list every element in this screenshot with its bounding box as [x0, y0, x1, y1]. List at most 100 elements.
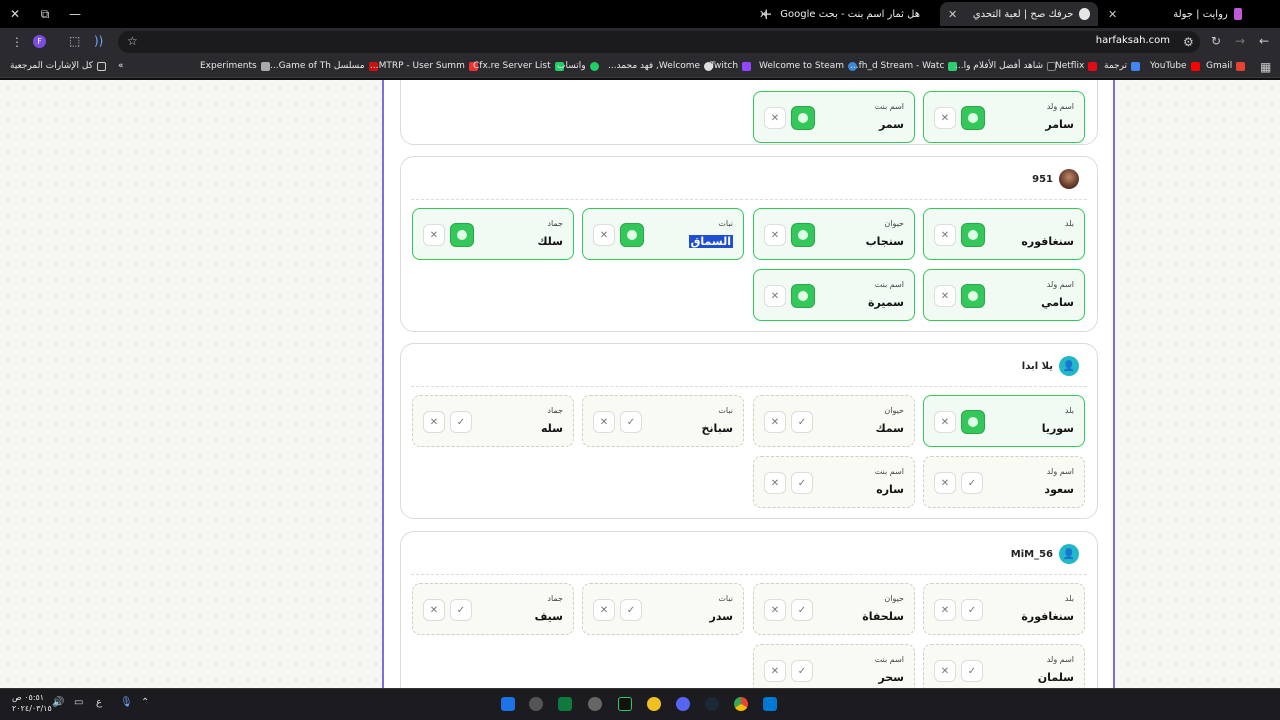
bookmark-gmail[interactable]: Gmail	[1206, 61, 1246, 71]
bookmark-twitch[interactable]: Twitch	[710, 61, 752, 71]
bookmark-experiments[interactable]: Experiments	[200, 61, 270, 71]
answer-value: سامر	[1045, 118, 1074, 131]
reject-icon[interactable]: ✕	[764, 285, 786, 307]
bookmark-translate[interactable]: ترجمة	[1104, 61, 1141, 71]
reject-icon[interactable]: ✕	[934, 107, 956, 129]
xbox-app-icon[interactable]	[558, 697, 572, 711]
bookmark-welcome[interactable]: Welcome, فهد محمد...	[608, 61, 714, 71]
system-clock[interactable]: ٠٥:٥١ ص ٢٠٢٤/٠٣/١٥	[12, 692, 52, 714]
close-tab-icon[interactable]: ✕	[1108, 8, 1117, 21]
reject-icon[interactable]: ✕	[764, 660, 786, 682]
tab-title: روايت | جولة	[1173, 8, 1228, 20]
bookmark-netflix[interactable]: Netflix	[1055, 61, 1098, 71]
bookmarks-overflow[interactable]: »	[118, 61, 124, 71]
reload-icon[interactable]: ↻	[1211, 34, 1221, 48]
approve-icon[interactable]: ✓	[961, 660, 983, 682]
approve-icon[interactable]: ✓	[450, 411, 472, 433]
cfx-app-icon[interactable]	[618, 697, 632, 711]
reject-icon[interactable]: ✕	[593, 599, 615, 621]
reject-icon[interactable]: ✕	[764, 224, 786, 246]
close-tab-icon[interactable]: ✕	[948, 8, 957, 21]
divider	[411, 199, 1087, 200]
menu-icon[interactable]: ⋮	[11, 35, 23, 49]
approve-icon[interactable]: ✓	[961, 599, 983, 621]
all-bookmarks[interactable]: كل الإشارات المرجعية	[10, 61, 106, 71]
approve-toggle[interactable]	[961, 223, 985, 247]
approve-icon[interactable]: ✓	[450, 599, 472, 621]
bookmark-youtube[interactable]: YouTube	[1150, 61, 1200, 71]
reject-icon[interactable]: ✕	[934, 599, 956, 621]
reject-icon[interactable]: ✕	[934, 660, 956, 682]
bookmark-whatsapp[interactable]: واتساب	[557, 61, 599, 71]
reject-icon[interactable]: ✕	[934, 224, 956, 246]
reject-icon[interactable]: ✕	[934, 411, 956, 433]
network-icon[interactable]: ▭	[74, 697, 83, 708]
close-tab-icon[interactable]: ✕	[759, 8, 768, 21]
tab-google-search[interactable]: هل ثمار اسم بنت - بحث Google ✕	[759, 2, 934, 26]
answer-value: سوريا	[1041, 422, 1074, 435]
approve-toggle[interactable]	[791, 223, 815, 247]
back-icon[interactable]: ←	[1259, 34, 1269, 48]
restore-window-icon[interactable]: ⧉	[30, 0, 60, 28]
tab-rawayat[interactable]: روايت | جولة ✕	[1100, 2, 1250, 26]
forward-icon[interactable]: →	[1235, 34, 1245, 48]
extensions-icon[interactable]: ⬚	[69, 34, 80, 48]
tray-chevron-icon[interactable]: ⌃	[141, 697, 149, 708]
approve-icon[interactable]: ✓	[791, 599, 813, 621]
close-window-icon[interactable]: ✕	[0, 0, 30, 28]
approve-toggle[interactable]	[961, 410, 985, 434]
apps-grid-icon[interactable]: ▦	[1260, 60, 1271, 74]
reject-icon[interactable]: ✕	[764, 411, 786, 433]
reject-icon[interactable]: ✕	[593, 224, 615, 246]
cast-icon[interactable]: ))	[94, 34, 103, 48]
reject-icon[interactable]: ✕	[764, 472, 786, 494]
approve-toggle[interactable]	[791, 284, 815, 308]
reject-icon[interactable]: ✕	[934, 472, 956, 494]
chrome-app-icon[interactable]	[734, 697, 748, 711]
site-settings-icon[interactable]: ⚙	[1183, 35, 1194, 49]
omnibox[interactable]	[118, 31, 1200, 53]
reject-icon[interactable]: ✕	[764, 107, 786, 129]
bookmark-steam[interactable]: Welcome to Steam	[759, 61, 857, 71]
url-text[interactable]: harfaksah.com	[1096, 35, 1170, 46]
folder-app-icon[interactable]	[501, 697, 515, 711]
volume-icon[interactable]: 🔊	[52, 697, 64, 708]
approve-toggle[interactable]	[620, 223, 644, 247]
approve-icon[interactable]: ✓	[961, 472, 983, 494]
tab-harfaksah[interactable]: حرفك صح | لعبة التحدي والكلمات ✕	[940, 2, 1098, 26]
reject-icon[interactable]: ✕	[423, 411, 445, 433]
bookmark-fhd-stream[interactable]: fh_d Stream - Watc...	[850, 61, 958, 71]
bookmark-mtrp[interactable]: MTRP - User Summ...	[370, 61, 478, 71]
microphone-icon[interactable]: 🎙	[120, 697, 133, 708]
approve-toggle[interactable]	[961, 284, 985, 308]
reject-icon[interactable]: ✕	[423, 224, 445, 246]
bookmark-got[interactable]: مسلسل Game of Th...	[270, 61, 378, 71]
profile-avatar[interactable]: F	[33, 35, 46, 48]
clock-date: ٢٠٢٤/٠٣/١٥	[12, 704, 52, 713]
bookmark-cfx[interactable]: Cfx.re Server List	[473, 61, 564, 71]
approve-icon[interactable]: ✓	[791, 472, 813, 494]
keyboard-language[interactable]: ع	[96, 697, 102, 708]
approve-icon[interactable]: ✓	[620, 411, 642, 433]
bookmark-shahid[interactable]: شاهد أفضل الأفلام وا...	[955, 61, 1057, 71]
approve-icon[interactable]: ✓	[620, 599, 642, 621]
approve-toggle[interactable]	[961, 106, 985, 130]
clock-app-icon[interactable]	[529, 697, 543, 711]
windows-start-icon[interactable]	[763, 697, 777, 711]
discord-app-icon[interactable]	[647, 697, 661, 711]
approve-toggle[interactable]	[791, 106, 815, 130]
media-app-icon[interactable]	[588, 697, 602, 711]
reject-icon[interactable]: ✕	[764, 599, 786, 621]
bookmark-star-icon[interactable]: ☆	[127, 34, 138, 48]
minimize-window-icon[interactable]: —	[60, 0, 90, 28]
discord-ptb-app-icon[interactable]	[676, 697, 690, 711]
answer-value: سلحفاة	[862, 610, 904, 623]
steam-app-icon[interactable]	[705, 697, 719, 711]
approve-icon[interactable]: ✓	[791, 411, 813, 433]
reject-icon[interactable]: ✕	[593, 411, 615, 433]
twitch-icon	[742, 61, 752, 71]
approve-toggle[interactable]	[450, 223, 474, 247]
reject-icon[interactable]: ✕	[934, 285, 956, 307]
approve-icon[interactable]: ✓	[791, 660, 813, 682]
reject-icon[interactable]: ✕	[423, 599, 445, 621]
